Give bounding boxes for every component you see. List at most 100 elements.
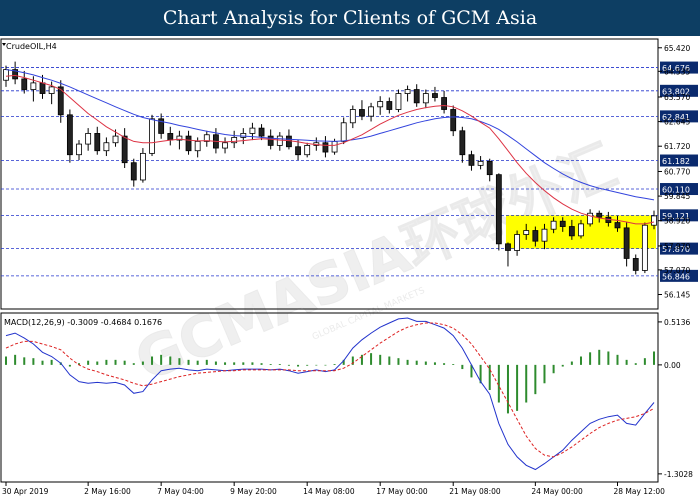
macd-histogram-bar (543, 364, 546, 384)
macd-histogram-bar (224, 362, 227, 365)
macd-histogram-bar (561, 364, 564, 367)
macd-histogram-bar (242, 362, 245, 365)
macd-histogram-bar (598, 349, 601, 365)
macd-histogram-bar (187, 359, 190, 365)
macd-histogram-bar (269, 364, 272, 365)
x-tick-label: 17 May 00:00 (376, 487, 428, 496)
candle-body (149, 118, 155, 154)
macd-histogram-bar (333, 364, 336, 365)
candle-body (651, 215, 657, 226)
macd-y-tick-label: 0.5136 (664, 318, 690, 327)
candle-body (85, 133, 92, 145)
macd-histogram-bar (132, 363, 135, 365)
candle-body (413, 89, 420, 104)
candle-body (623, 227, 630, 259)
macd-histogram-bar (178, 358, 181, 365)
candle-body (578, 223, 584, 237)
candle-body (532, 230, 539, 242)
macd-histogram-bar (14, 354, 17, 365)
macd-histogram-bar (488, 364, 491, 390)
candle-body (632, 258, 639, 271)
macd-histogram-bar (570, 361, 573, 365)
macd-line (5, 317, 655, 471)
x-tick-label: 30 Apr 2019 (2, 487, 49, 496)
candle-body (541, 228, 548, 242)
candle-body (395, 93, 402, 110)
macd-histogram-bar (433, 362, 436, 365)
price-y-tick-label: 59.845 (664, 192, 690, 201)
macd-histogram-bar (196, 360, 199, 365)
x-tick-label: 7 May 04:00 (157, 487, 204, 496)
candle-body (48, 86, 55, 94)
macd-histogram-bar (32, 358, 35, 365)
macd-histogram-bar (287, 364, 290, 366)
candle-body (286, 135, 292, 148)
candle-body (377, 101, 384, 108)
macd-histogram-bar (379, 354, 382, 365)
macd-histogram-bar (233, 362, 236, 365)
candle-body (39, 82, 46, 94)
macd-histogram-bar (87, 360, 90, 365)
macd-histogram-bar (160, 354, 163, 365)
candle-body (66, 114, 73, 156)
macd-histogram-bar (589, 352, 592, 365)
macd-histogram-bar (534, 364, 537, 395)
macd-histogram-bar (516, 364, 519, 411)
macd-histogram-bar (552, 364, 555, 374)
candle-body (477, 160, 484, 166)
watermark: GCMASIA环球外汇 GLOBAL CAPITAL MARKETS (126, 133, 626, 395)
macd-histogram-bar (23, 357, 26, 365)
candle-body (523, 230, 530, 235)
candle-body (240, 133, 247, 138)
candle-body (468, 154, 475, 166)
macd-histogram-bar (370, 353, 373, 365)
candle-body (267, 135, 274, 146)
candle-body (139, 152, 146, 181)
candle-body (505, 243, 511, 251)
candle-body (3, 69, 9, 81)
candle-body (322, 142, 329, 153)
price-y-tick-label: 57.970 (664, 242, 690, 251)
candle-body (130, 162, 137, 181)
macd-histogram-bar (525, 364, 528, 403)
macd-histogram-bar (141, 361, 144, 365)
candle-body (596, 212, 603, 218)
macd-y-tick-label: -1.3028 (664, 470, 693, 479)
candle-body (21, 78, 28, 90)
candle-body (441, 97, 447, 110)
macd-panel (5, 317, 655, 471)
candle-body (495, 174, 502, 245)
macd-histogram-bar (297, 364, 300, 367)
macd-histogram-bar (443, 363, 446, 365)
macd-histogram-bar (324, 364, 327, 366)
macd-histogram-bar (397, 358, 400, 365)
macd-histogram-bar (424, 361, 427, 365)
macd-histogram-bar (579, 356, 582, 365)
macd-histogram-bar (205, 359, 208, 365)
macd-histogram-bar (123, 360, 126, 365)
candle-body (103, 142, 110, 152)
x-tick-label: 24 May 00:00 (531, 487, 583, 496)
macd-histogram-bar (251, 362, 254, 365)
candle-body (486, 160, 493, 176)
candle-body (359, 109, 365, 117)
candle-body (167, 133, 174, 141)
macd-histogram-bar (68, 364, 71, 367)
candle-body (404, 89, 411, 94)
price-y-tick-label: 64.535 (664, 67, 690, 76)
macd-histogram-bar (41, 360, 44, 365)
price-y-tick-label: 61.720 (664, 142, 690, 151)
candle-body (112, 135, 119, 144)
candle-body (587, 212, 594, 225)
candle-body (340, 122, 347, 142)
candle-body (368, 106, 374, 117)
macd-histogram-bar (5, 356, 7, 365)
macd-histogram-bar (643, 358, 646, 365)
price-y-tick-label: 58.920 (664, 217, 690, 226)
candle-body (568, 226, 575, 237)
macd-histogram-bar (105, 359, 108, 365)
macd-histogram-bar (151, 356, 154, 365)
candle-body (304, 145, 311, 156)
macd-histogram-bar (214, 361, 217, 365)
macd-histogram-bar (278, 364, 281, 365)
